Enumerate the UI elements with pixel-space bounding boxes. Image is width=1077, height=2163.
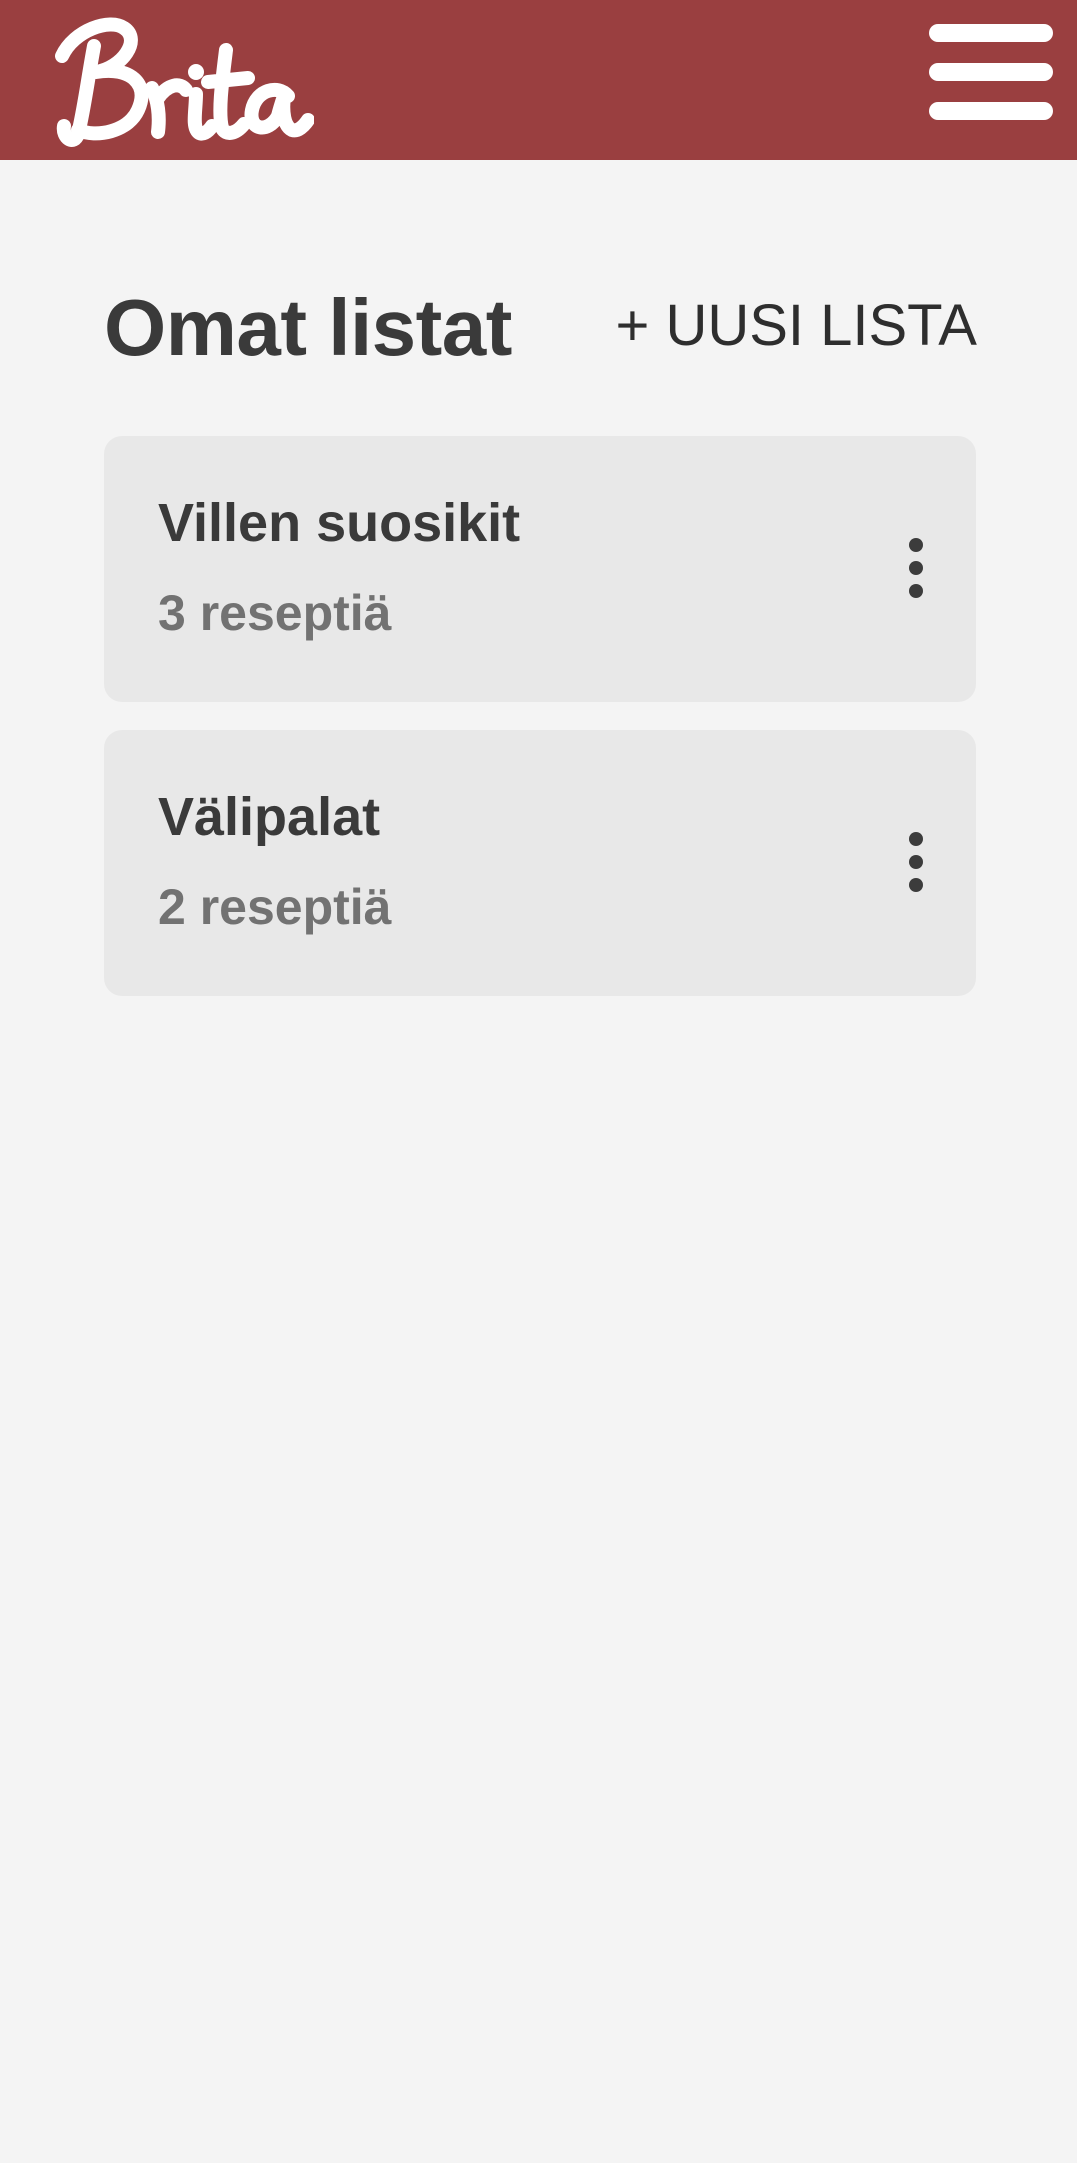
list-card-title: Villen suosikit — [158, 493, 521, 553]
list-card[interactable]: Välipalat 2 reseptiä — [104, 730, 976, 996]
list-card-recipe-count: 3 reseptiä — [158, 585, 392, 641]
more-options-icon[interactable] — [894, 826, 938, 898]
list-card-title: Välipalat — [158, 787, 381, 847]
dot — [909, 832, 923, 846]
menu-bar — [929, 102, 1053, 120]
brita-logo-image — [55, 17, 314, 147]
dot — [909, 561, 923, 575]
dot — [909, 855, 923, 869]
brita-logo[interactable] — [52, 2, 314, 152]
lists-container: Villen suosikit 3 reseptiä Välipalat 2 r… — [104, 436, 976, 1024]
list-card-recipe-count: 2 reseptiä — [158, 879, 392, 935]
hamburger-menu-icon[interactable] — [929, 20, 1057, 124]
app-header — [0, 0, 1077, 160]
more-options-icon[interactable] — [894, 532, 938, 604]
new-list-button[interactable]: + UUSI LISTA — [615, 290, 977, 362]
page-title: Omat listat — [104, 283, 512, 372]
menu-bar — [929, 24, 1053, 42]
dot — [909, 878, 923, 892]
menu-bar — [929, 63, 1053, 81]
dot — [909, 538, 923, 552]
dot — [909, 584, 923, 598]
list-card[interactable]: Villen suosikit 3 reseptiä — [104, 436, 976, 702]
